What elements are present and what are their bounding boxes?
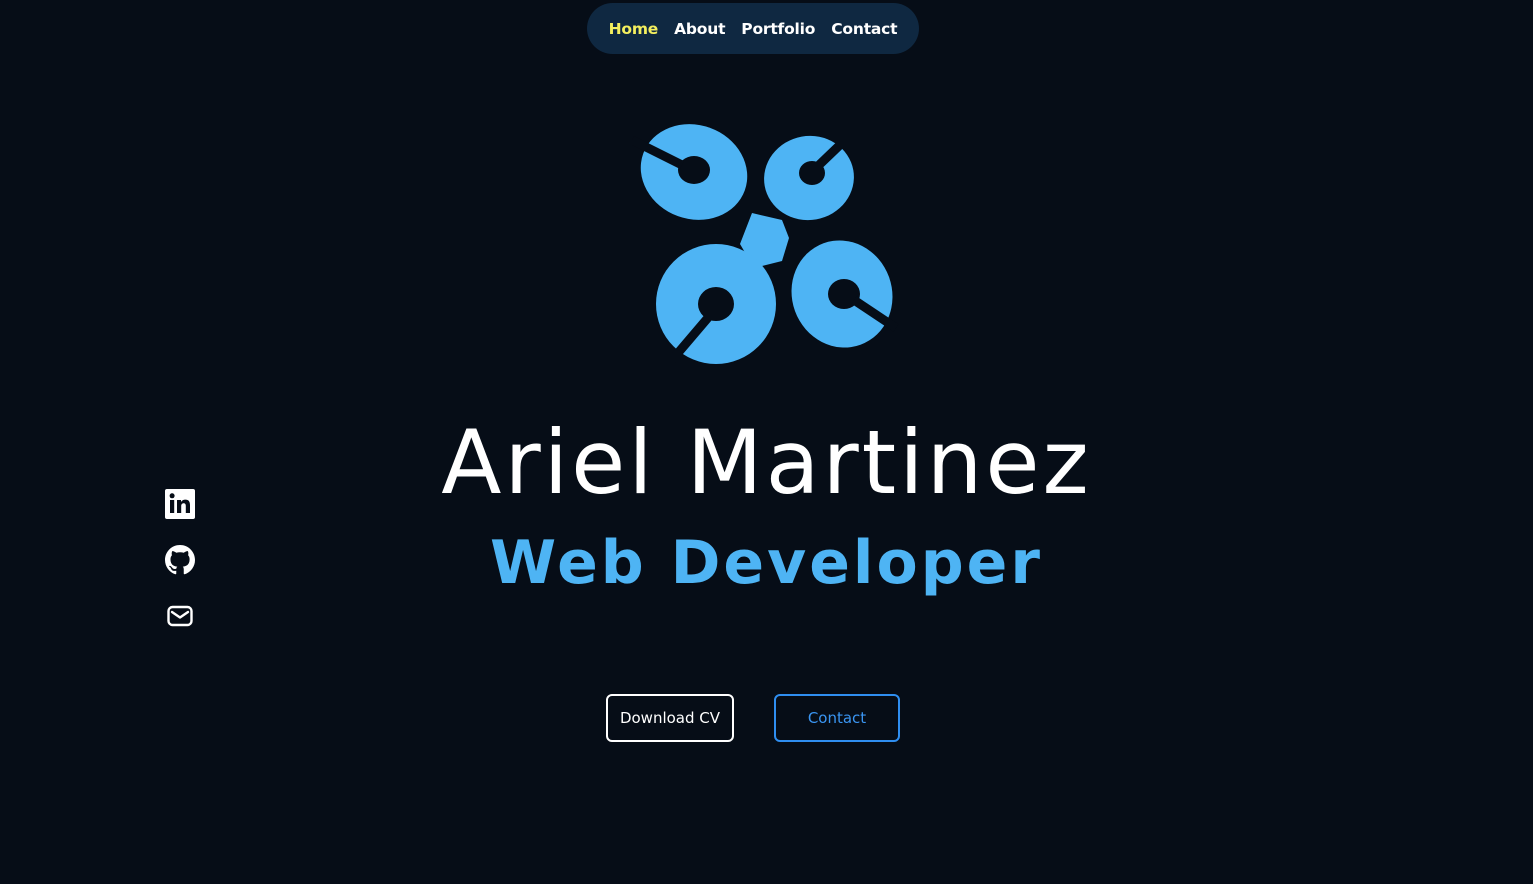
four-ring-logo-icon bbox=[632, 124, 899, 364]
social-links bbox=[162, 486, 198, 634]
contact-button[interactable]: Contact bbox=[774, 694, 900, 742]
hero-role: Web Developer bbox=[490, 528, 1043, 598]
download-cv-button[interactable]: Download CV bbox=[606, 694, 734, 742]
portfolio-page: Home About Portfolio Contact Ariel Marti… bbox=[0, 0, 1533, 884]
nav-contact[interactable]: Contact bbox=[831, 20, 897, 38]
nav-portfolio[interactable]: Portfolio bbox=[741, 20, 815, 38]
hero-name: Ariel Martinez bbox=[441, 411, 1092, 514]
linkedin-icon[interactable] bbox=[162, 486, 198, 522]
nav-home[interactable]: Home bbox=[609, 20, 659, 38]
nav-about[interactable]: About bbox=[674, 20, 725, 38]
mail-icon[interactable] bbox=[162, 598, 198, 634]
top-nav: Home About Portfolio Contact bbox=[587, 3, 919, 54]
github-icon[interactable] bbox=[162, 542, 198, 578]
